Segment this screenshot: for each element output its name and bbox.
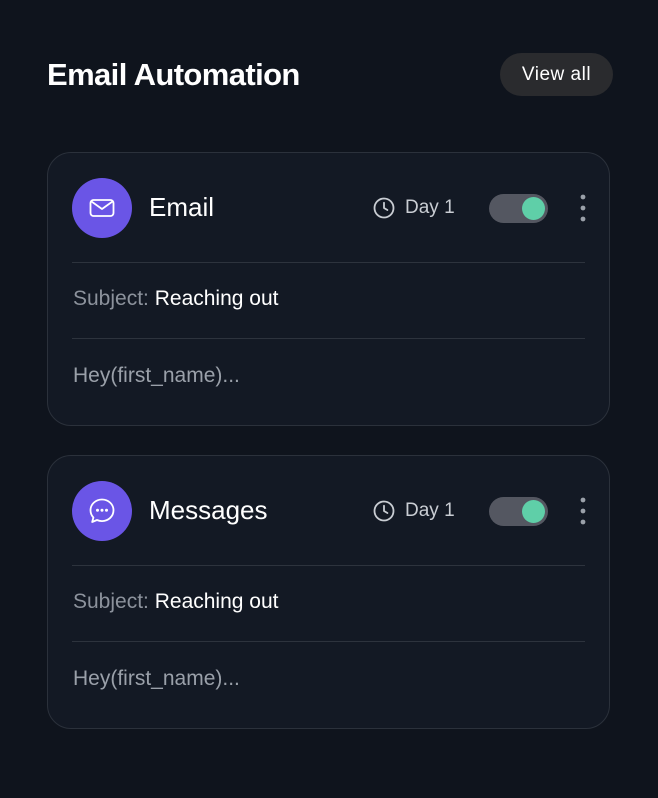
enable-toggle[interactable] (489, 497, 548, 526)
card-title: Email (149, 192, 215, 222)
schedule-label: Day 1 (405, 197, 455, 218)
clock-icon (373, 197, 395, 219)
divider (72, 262, 585, 263)
subject-line: Subject: Reaching out (73, 287, 278, 311)
card-header: Email Day 1 (72, 177, 586, 239)
email-automation-card[interactable]: Email Day 1 Subject: Reaching out Hey(fi… (47, 152, 610, 426)
message-preview: Hey(first_name)... (73, 667, 240, 690)
enable-toggle[interactable] (489, 194, 548, 223)
divider (72, 338, 585, 339)
subject-value: Reaching out (154, 287, 279, 310)
header: Email Automation View all (47, 53, 613, 96)
view-all-button[interactable]: View all (500, 53, 613, 96)
subject-value: Reaching out (154, 590, 279, 613)
page-title: Email Automation (47, 57, 300, 92)
envelope-icon (72, 178, 132, 238)
messages-automation-card[interactable]: Messages Day 1 Subject: Reaching out Hey… (47, 455, 610, 729)
divider (72, 565, 585, 566)
schedule-indicator: Day 1 (372, 498, 455, 524)
chat-bubble-icon (72, 481, 132, 541)
clock-icon (373, 500, 395, 522)
message-preview: Hey(first_name)... (73, 364, 240, 387)
card-header: Messages Day 1 (72, 480, 586, 542)
more-options-icon[interactable] (570, 191, 596, 225)
schedule-indicator: Day 1 (372, 195, 455, 221)
toggle-knob (522, 197, 545, 220)
toggle-knob (522, 500, 545, 523)
subject-line: Subject: Reaching out (73, 590, 278, 614)
subject-label: Subject: (73, 287, 155, 310)
subject-label: Subject: (73, 590, 155, 613)
divider (72, 641, 585, 642)
more-options-icon[interactable] (570, 494, 596, 528)
card-title: Messages (149, 495, 268, 525)
schedule-label: Day 1 (405, 500, 455, 521)
